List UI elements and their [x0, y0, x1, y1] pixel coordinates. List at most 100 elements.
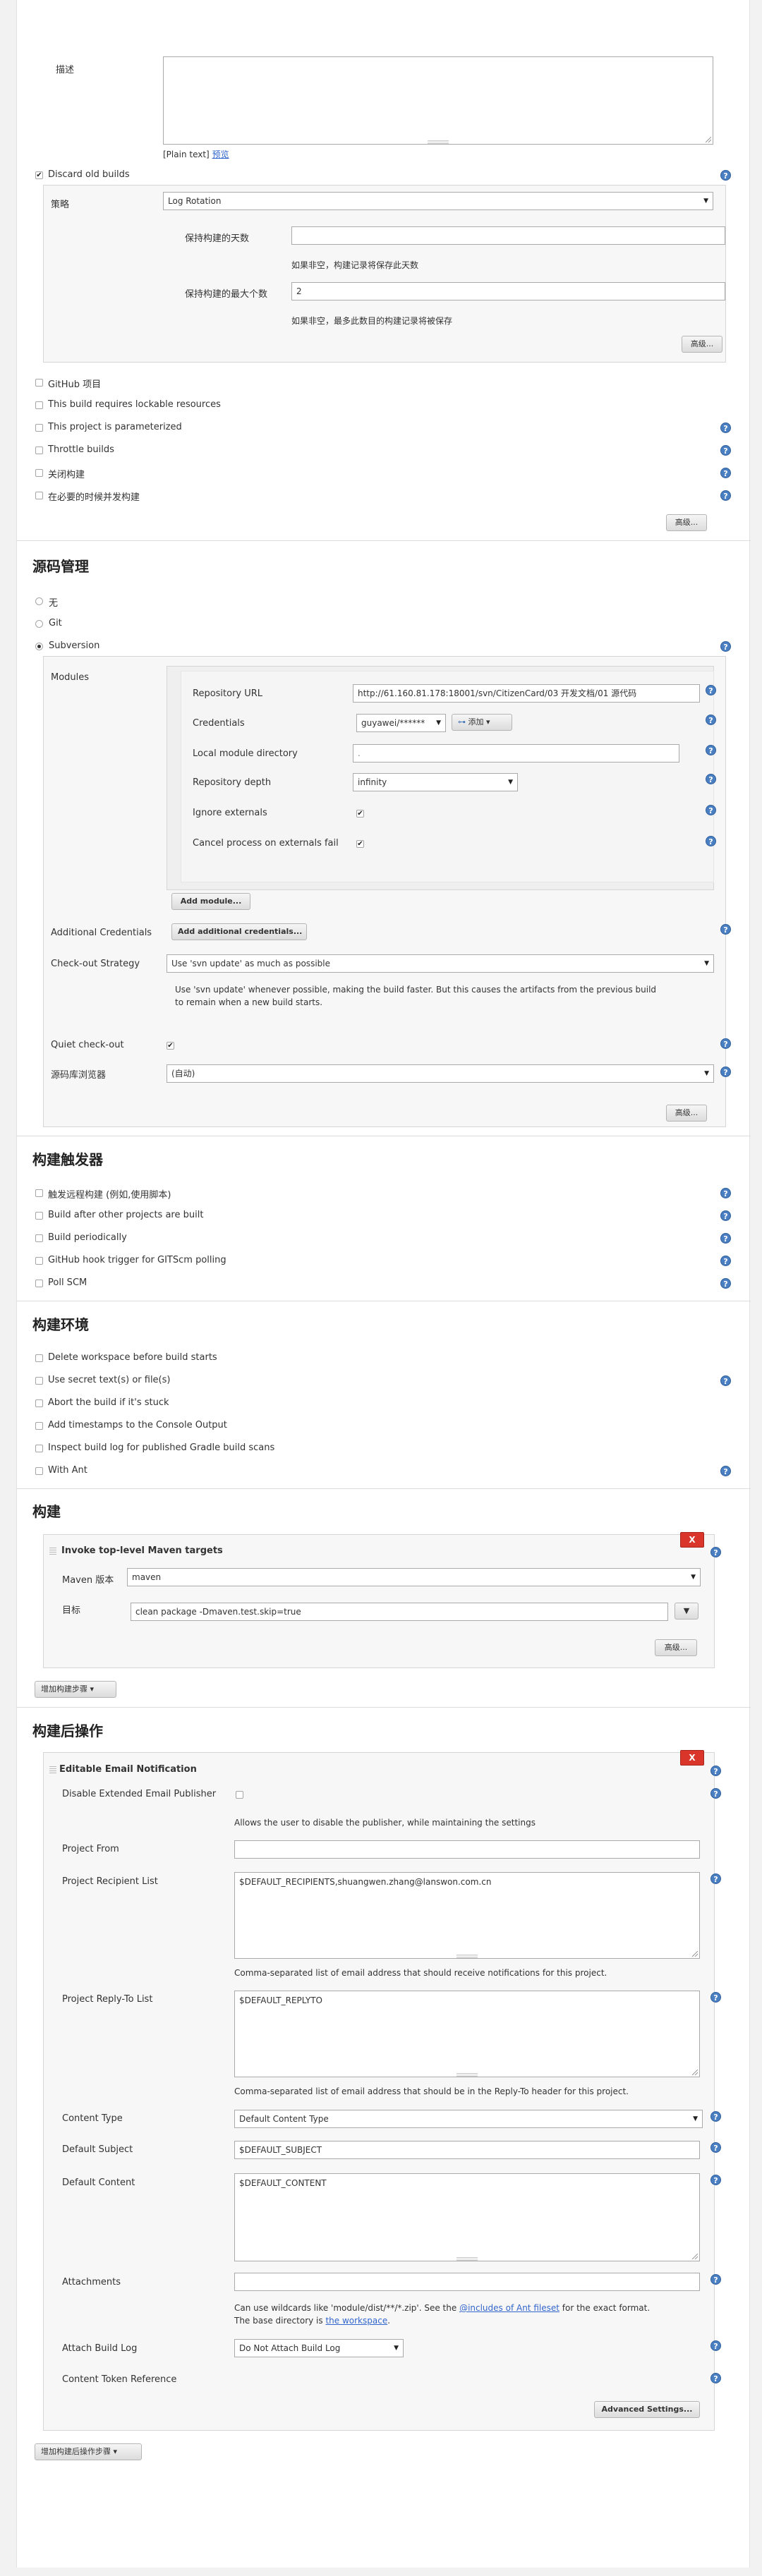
strategy-select[interactable]: Log Rotation ▼	[163, 192, 713, 210]
recipient-list-textarea[interactable]: $DEFAULT_RECIPIENTS,shuangwen.zhang@lans…	[234, 1872, 700, 1959]
default-subject-input[interactable]: $DEFAULT_SUBJECT	[234, 2141, 700, 2159]
repo-depth-select[interactable]: infinity ▼	[353, 773, 518, 791]
help-icon[interactable]: ?	[710, 1992, 721, 2003]
env-option-checkbox[interactable]	[35, 1399, 43, 1407]
default-content-textarea[interactable]: $DEFAULT_CONTENT	[234, 2173, 700, 2261]
help-icon[interactable]: ?	[710, 1547, 721, 1557]
advanced-settings-button[interactable]: Advanced Settings...	[594, 2401, 700, 2418]
attachments-input[interactable]	[234, 2273, 700, 2291]
local-module-dir-label: Local module directory	[193, 748, 298, 759]
description-textarea[interactable]	[163, 56, 713, 145]
help-icon[interactable]: ?	[710, 2373, 721, 2383]
trigger-option-checkbox[interactable]	[35, 1212, 43, 1220]
help-icon[interactable]: ?	[706, 774, 716, 784]
help-icon[interactable]: ?	[720, 1233, 731, 1244]
discard-advanced-button[interactable]: 高级...	[682, 336, 722, 353]
general-option-checkbox[interactable]	[35, 446, 43, 454]
help-icon[interactable]: ?	[720, 423, 731, 433]
trigger-option-checkbox[interactable]	[35, 1257, 43, 1265]
scm-radio-git[interactable]	[35, 620, 43, 628]
delete-post-step-button[interactable]: X	[680, 1750, 704, 1766]
help-icon[interactable]: ?	[706, 805, 716, 815]
env-option-checkbox[interactable]	[35, 1354, 43, 1362]
trigger-option-checkbox[interactable]	[35, 1189, 43, 1197]
general-advanced-button[interactable]: 高级...	[666, 514, 707, 531]
help-icon[interactable]: ?	[720, 1038, 731, 1049]
env-option-checkbox[interactable]	[35, 1467, 43, 1475]
ant-fileset-link[interactable]: @includes of Ant fileset	[459, 2303, 560, 2313]
help-icon[interactable]: ?	[720, 924, 731, 935]
attach-build-log-select[interactable]: Do Not Attach Build Log ▼	[234, 2339, 404, 2357]
help-icon[interactable]: ?	[706, 836, 716, 846]
chevron-down-icon: ▼	[508, 779, 513, 786]
help-icon[interactable]: ?	[710, 1873, 721, 1884]
help-icon[interactable]: ?	[710, 2340, 721, 2351]
expand-goals-button[interactable]: ▼	[675, 1603, 698, 1620]
help-icon[interactable]: ?	[706, 685, 716, 695]
general-option-checkbox[interactable]	[35, 469, 43, 477]
help-icon[interactable]: ?	[710, 2274, 721, 2285]
help-icon[interactable]: ?	[710, 2142, 721, 2153]
general-option-checkbox[interactable]	[35, 401, 43, 409]
help-icon[interactable]: ?	[720, 490, 731, 501]
scm-radio-none[interactable]	[35, 597, 43, 605]
add-build-step-button[interactable]: 增加构建步骤 ▾	[35, 1681, 116, 1698]
cancel-externals-checkbox[interactable]: ✔	[356, 840, 364, 848]
days-to-keep-input[interactable]	[291, 226, 725, 245]
help-icon[interactable]: ?	[706, 715, 716, 725]
checkout-strategy-select[interactable]: Use 'svn update' as much as possible ▼	[167, 954, 714, 973]
help-icon[interactable]: ?	[720, 641, 731, 652]
help-icon[interactable]: ?	[720, 1188, 731, 1198]
trigger-option-checkbox[interactable]	[35, 1280, 43, 1287]
reply-to-textarea[interactable]: $DEFAULT_REPLYTO	[234, 1991, 700, 2077]
drag-handle-icon[interactable]	[49, 1766, 56, 1773]
credentials-select[interactable]: guyawei/****** ▼	[356, 714, 446, 732]
help-icon[interactable]: ?	[720, 1375, 731, 1386]
local-module-dir-input[interactable]: .	[353, 744, 679, 763]
add-credentials-button[interactable]: ⊶ 添加 ▾	[452, 714, 512, 731]
trigger-option-checkbox[interactable]	[35, 1234, 43, 1242]
help-icon[interactable]: ?	[720, 1466, 731, 1476]
content-type-select[interactable]: Default Content Type ▼	[234, 2110, 703, 2128]
scm-radio-subversion[interactable]	[35, 643, 43, 650]
env-option-checkbox[interactable]	[35, 1445, 43, 1452]
goals-input[interactable]: clean package -Dmaven.test.skip=true	[131, 1603, 668, 1621]
general-option-checkbox[interactable]	[35, 492, 43, 499]
delete-step-button[interactable]: X	[680, 1532, 704, 1548]
drag-handle-icon[interactable]	[49, 1548, 56, 1555]
ignore-externals-checkbox[interactable]: ✔	[356, 810, 364, 818]
credentials-label: Credentials	[193, 718, 245, 729]
add-post-build-step-button[interactable]: 增加构建后操作步骤 ▾	[35, 2443, 142, 2460]
help-icon[interactable]: ?	[710, 2111, 721, 2122]
env-option-checkbox[interactable]	[35, 1422, 43, 1430]
general-option-checkbox[interactable]	[35, 379, 43, 387]
env-option-checkbox[interactable]	[35, 1377, 43, 1385]
preview-link[interactable]: 预览	[212, 150, 229, 159]
add-additional-credentials-button[interactable]: Add additional credentials...	[171, 923, 307, 940]
help-icon[interactable]: ?	[720, 445, 731, 456]
chevron-down-icon: ▼	[704, 960, 709, 967]
help-icon[interactable]: ?	[720, 1067, 731, 1077]
repo-browser-select[interactable]: (自动) ▼	[167, 1064, 714, 1083]
help-icon[interactable]: ?	[720, 1256, 731, 1266]
help-icon[interactable]: ?	[710, 2175, 721, 2185]
help-icon[interactable]: ?	[710, 1788, 721, 1799]
discard-old-builds-checkbox[interactable]: ✔	[35, 171, 43, 179]
maven-version-select[interactable]: maven ▼	[127, 1568, 701, 1586]
workspace-link[interactable]: the workspace	[325, 2316, 387, 2326]
general-option-checkbox[interactable]	[35, 424, 43, 432]
disable-publisher-checkbox[interactable]	[236, 1791, 243, 1799]
help-icon[interactable]: ?	[720, 1210, 731, 1221]
help-icon[interactable]: ?	[720, 1278, 731, 1289]
help-icon[interactable]: ?	[720, 170, 731, 181]
help-icon[interactable]: ?	[720, 468, 731, 478]
max-builds-input[interactable]: 2	[291, 282, 725, 300]
help-icon[interactable]: ?	[706, 745, 716, 755]
quiet-checkout-checkbox[interactable]: ✔	[167, 1042, 174, 1050]
project-from-input[interactable]	[234, 1840, 700, 1859]
scm-advanced-button[interactable]: 高级...	[666, 1105, 707, 1122]
repo-url-input[interactable]: http://61.160.81.178:18001/svn/CitizenCa…	[353, 684, 700, 703]
help-icon[interactable]: ?	[710, 1766, 721, 1776]
maven-advanced-button[interactable]: 高级...	[655, 1639, 697, 1656]
add-module-button[interactable]: Add module...	[171, 893, 250, 910]
